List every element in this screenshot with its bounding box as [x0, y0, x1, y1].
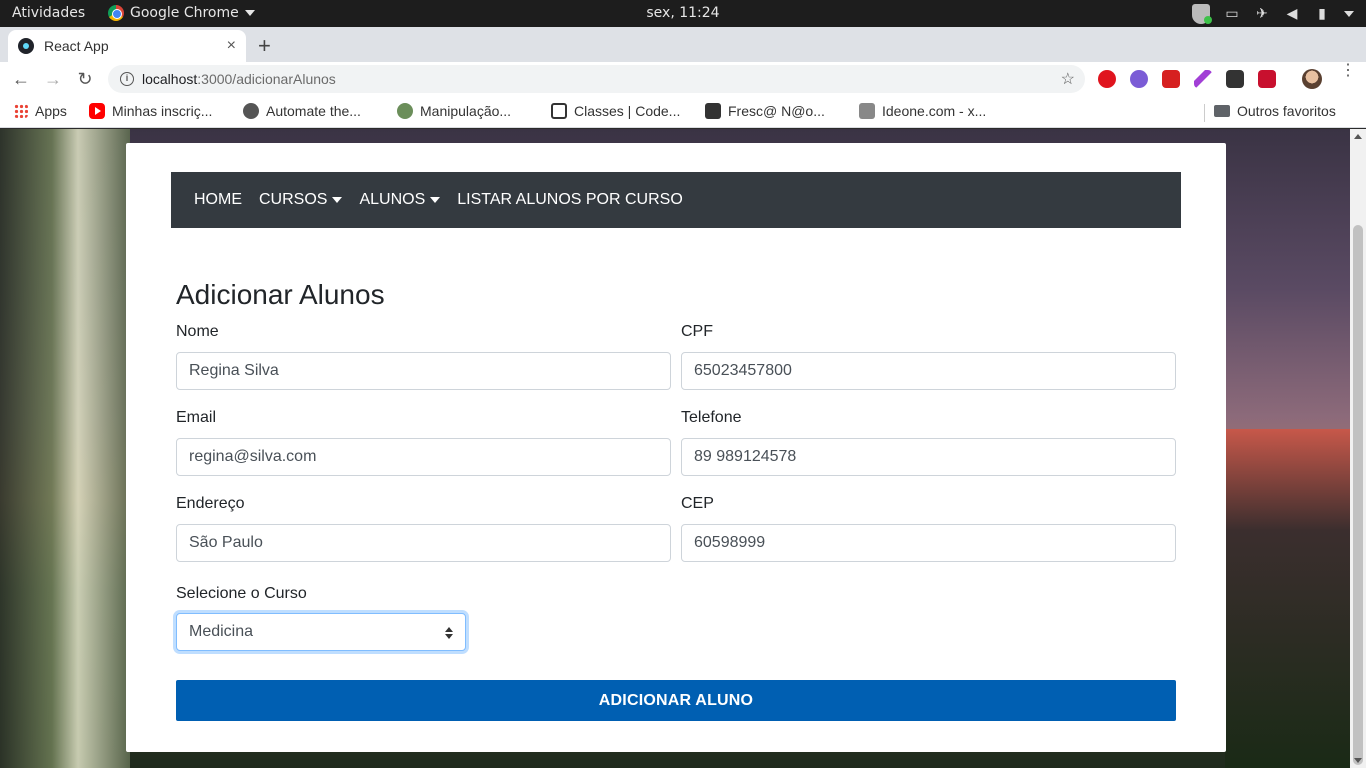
bookmark-label: Ideone.com - x... — [882, 103, 987, 119]
bookmark-item[interactable]: Fresc@ N@o... — [705, 103, 825, 119]
navbar: HOME CURSOS ALUNOS LISTAR ALUNOS POR CUR… — [171, 172, 1181, 228]
youtube-icon — [89, 103, 105, 119]
bookmark-item[interactable]: Ideone.com - x... — [859, 103, 986, 119]
form-card: HOME CURSOS ALUNOS LISTAR ALUNOS POR CUR… — [126, 143, 1226, 752]
cep-label: CEP — [681, 495, 714, 512]
bookmark-label: Fresc@ N@o... — [728, 103, 825, 119]
tab-react-app[interactable]: React App × — [8, 30, 246, 62]
page-scrollbar[interactable] — [1350, 129, 1366, 768]
react-icon — [18, 38, 34, 54]
url-host: localhost — [142, 71, 198, 87]
select-arrows-icon — [445, 627, 453, 639]
app-menu-label: Google Chrome — [130, 5, 239, 21]
forward-arrow-icon[interactable]: → — [42, 68, 64, 90]
codecademy-icon — [551, 103, 567, 119]
url-path: :3000/adicionarAlunos — [197, 71, 336, 87]
browser-toolbar: ← → ↻ i localhost:3000/adicionarAlunos ☆… — [0, 62, 1366, 96]
email-label: Email — [176, 409, 217, 426]
adicionar-aluno-button[interactable]: ADICIONAR ALUNO — [176, 680, 1176, 721]
site-icon — [397, 103, 413, 119]
address-bar[interactable]: i localhost:3000/adicionarAlunos ☆ — [108, 65, 1085, 93]
bookmark-label: Classes | Code... — [574, 103, 681, 119]
tab-title: React App — [44, 38, 109, 54]
bookmark-label: Outros favoritos — [1237, 103, 1336, 119]
extension-icon[interactable] — [1258, 70, 1276, 88]
email-field[interactable]: regina@silva.com — [176, 438, 671, 476]
endereco-field[interactable]: São Paulo — [176, 524, 671, 562]
curso-select[interactable]: Medicina — [176, 613, 466, 651]
bookmark-item[interactable]: Minhas inscriç... — [89, 103, 212, 119]
background-image — [1225, 429, 1350, 768]
curso-label: Selecione o Curso — [176, 585, 307, 602]
bookmark-label: Automate the... — [266, 103, 361, 119]
extension-icon[interactable] — [1098, 70, 1116, 88]
activities-button[interactable]: Atividades — [12, 5, 85, 21]
extension-icon[interactable] — [1226, 70, 1244, 88]
folder-icon — [1214, 105, 1230, 117]
nav-alunos-dropdown[interactable]: ALUNOS — [359, 191, 441, 209]
cep-field[interactable]: 60598999 — [681, 524, 1176, 562]
close-icon[interactable]: × — [227, 37, 236, 55]
extension-icon[interactable] — [1194, 70, 1212, 88]
page-title: Adicionar Alunos — [176, 279, 385, 310]
nome-label: Nome — [176, 323, 219, 340]
extension-icon[interactable] — [1130, 70, 1148, 88]
cpf-field[interactable]: 65023457800 — [681, 352, 1176, 390]
bookmark-other-folder[interactable]: Outros favoritos — [1214, 103, 1336, 119]
apps-grid-icon — [14, 104, 28, 118]
telefone-label: Telefone — [681, 409, 742, 426]
more-menu-icon[interactable]: ⋮ — [1340, 63, 1356, 79]
tab-strip: React App × + — [0, 27, 1366, 62]
chevron-down-icon — [332, 197, 343, 203]
shield-icon[interactable] — [1192, 4, 1212, 24]
new-tab-button[interactable]: + — [258, 33, 271, 59]
chevron-down-icon[interactable] — [1344, 11, 1354, 17]
reload-icon[interactable]: ↻ — [74, 68, 96, 90]
bookmark-label: Manipulação... — [420, 103, 512, 119]
app-menu[interactable]: Google Chrome — [108, 5, 255, 21]
background-image — [0, 129, 130, 768]
bookmark-item[interactable]: Classes | Code... — [551, 103, 680, 119]
bookmark-label: Minhas inscriç... — [112, 103, 213, 119]
curso-selected-value: Medicina — [189, 623, 254, 640]
chevron-down-icon — [244, 10, 255, 16]
extension-icon[interactable] — [1162, 70, 1180, 88]
nav-listar-alunos[interactable]: LISTAR ALUNOS POR CURSO — [457, 191, 683, 209]
bookmark-label: Apps — [35, 103, 67, 119]
nav-home[interactable]: HOME — [194, 191, 242, 209]
profile-avatar[interactable] — [1302, 69, 1322, 89]
globe-icon — [243, 103, 259, 119]
cpf-label: CPF — [681, 323, 713, 340]
telefone-field[interactable]: 89 989124578 — [681, 438, 1176, 476]
nav-cursos-dropdown[interactable]: CURSOS — [259, 191, 343, 209]
page-viewport: HOME CURSOS ALUNOS LISTAR ALUNOS POR CUR… — [0, 129, 1350, 768]
nav-alunos-label: ALUNOS — [359, 191, 426, 208]
scrollbar-thumb[interactable] — [1353, 225, 1363, 765]
nav-home-label: HOME — [194, 191, 242, 208]
bookmarks-bar: Apps Minhas inscriç... Automate the... M… — [0, 96, 1366, 128]
scroll-up-icon[interactable] — [1354, 134, 1362, 139]
bookmarks-divider — [1204, 104, 1205, 122]
chevron-down-icon — [430, 197, 441, 203]
site-icon — [705, 103, 721, 119]
endereco-label: Endereço — [176, 495, 245, 512]
airplane-icon[interactable]: ✈ — [1254, 6, 1270, 22]
bookmark-apps[interactable]: Apps — [14, 103, 67, 119]
system-tray[interactable]: ▭ ✈ ◀ ▮ — [1192, 4, 1354, 24]
display-icon[interactable]: ▭ — [1224, 6, 1240, 22]
nav-cursos-label: CURSOS — [259, 191, 328, 208]
ideone-icon — [859, 103, 875, 119]
chrome-icon — [108, 5, 124, 21]
bookmark-item[interactable]: Automate the... — [243, 103, 361, 119]
nav-listar-label: LISTAR ALUNOS POR CURSO — [457, 191, 683, 208]
volume-icon[interactable]: ◀ — [1284, 6, 1300, 22]
bookmark-star-icon[interactable]: ☆ — [1061, 69, 1075, 89]
os-top-bar: Atividades Google Chrome sex, 11:24 ▭ ✈ … — [0, 0, 1366, 27]
scroll-down-icon[interactable] — [1354, 758, 1362, 763]
bookmark-item[interactable]: Manipulação... — [397, 103, 511, 119]
nome-field[interactable]: Regina Silva — [176, 352, 671, 390]
battery-icon[interactable]: ▮ — [1314, 6, 1330, 22]
info-icon[interactable]: i — [120, 72, 134, 86]
back-arrow-icon[interactable]: ← — [10, 68, 32, 90]
